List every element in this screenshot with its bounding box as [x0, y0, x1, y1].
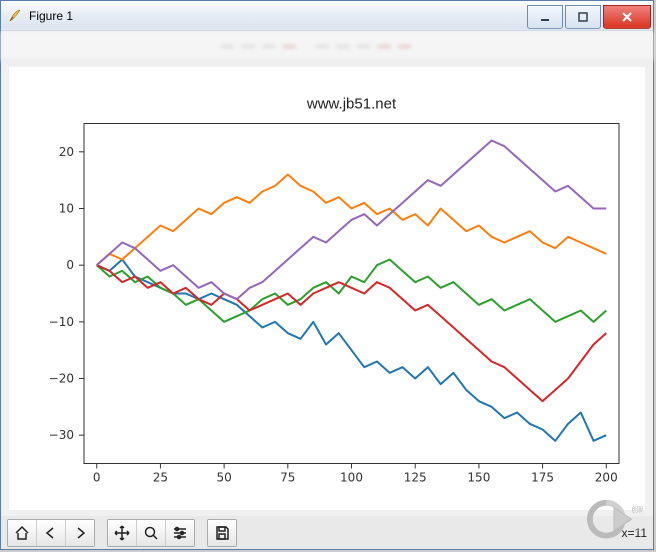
save-button[interactable]	[208, 520, 236, 546]
svg-text:50: 50	[216, 471, 231, 485]
svg-text:175: 175	[531, 471, 554, 485]
forward-button[interactable]	[66, 520, 94, 546]
svg-text:20: 20	[59, 145, 74, 159]
window-buttons	[525, 5, 651, 27]
pan-button[interactable]	[108, 520, 137, 546]
svg-text:10: 10	[59, 202, 74, 216]
svg-text:200: 200	[595, 471, 618, 485]
svg-text:25: 25	[153, 471, 168, 485]
svg-text:−10: −10	[49, 315, 74, 329]
background-blur: — — — —— — — — —	[1, 31, 653, 61]
watermark-logo: 创新互联 CHUANG XIN	[585, 495, 643, 543]
svg-text:www.jb51.net: www.jb51.net	[306, 96, 397, 113]
home-button[interactable]	[8, 520, 37, 546]
back-button[interactable]	[37, 520, 66, 546]
svg-text:100: 100	[340, 471, 363, 485]
svg-text:75: 75	[280, 471, 295, 485]
window-title: Figure 1	[29, 9, 525, 23]
svg-text:CHUANG XIN: CHUANG XIN	[631, 528, 643, 532]
svg-text:0: 0	[93, 471, 101, 485]
chart-svg: 0 25 50 75 100 125 150 175 200 −30 −20 −10 0 10 20 www.…	[9, 67, 645, 510]
tk-feather-icon	[7, 8, 23, 24]
close-button[interactable]	[603, 5, 651, 29]
title-bar[interactable]: Figure 1	[1, 1, 653, 31]
plot-canvas[interactable]: 0 25 50 75 100 125 150 175 200 −30 −20 −10 0 10 20 www.…	[9, 67, 645, 510]
svg-text:−20: −20	[49, 372, 74, 386]
configure-button[interactable]	[166, 520, 194, 546]
minimize-button[interactable]	[527, 5, 563, 29]
svg-text:−30: −30	[49, 428, 74, 442]
zoom-button[interactable]	[137, 520, 166, 546]
svg-text:125: 125	[404, 471, 427, 485]
svg-text:创新互联: 创新互联	[631, 504, 643, 513]
nav-toolbar: x=11	[1, 516, 653, 549]
maximize-button[interactable]	[565, 5, 601, 29]
figure-window: Figure 1 — — — —— — — — — 02550751001251…	[0, 0, 654, 550]
svg-text:0: 0	[66, 258, 74, 272]
svg-text:150: 150	[467, 471, 490, 485]
